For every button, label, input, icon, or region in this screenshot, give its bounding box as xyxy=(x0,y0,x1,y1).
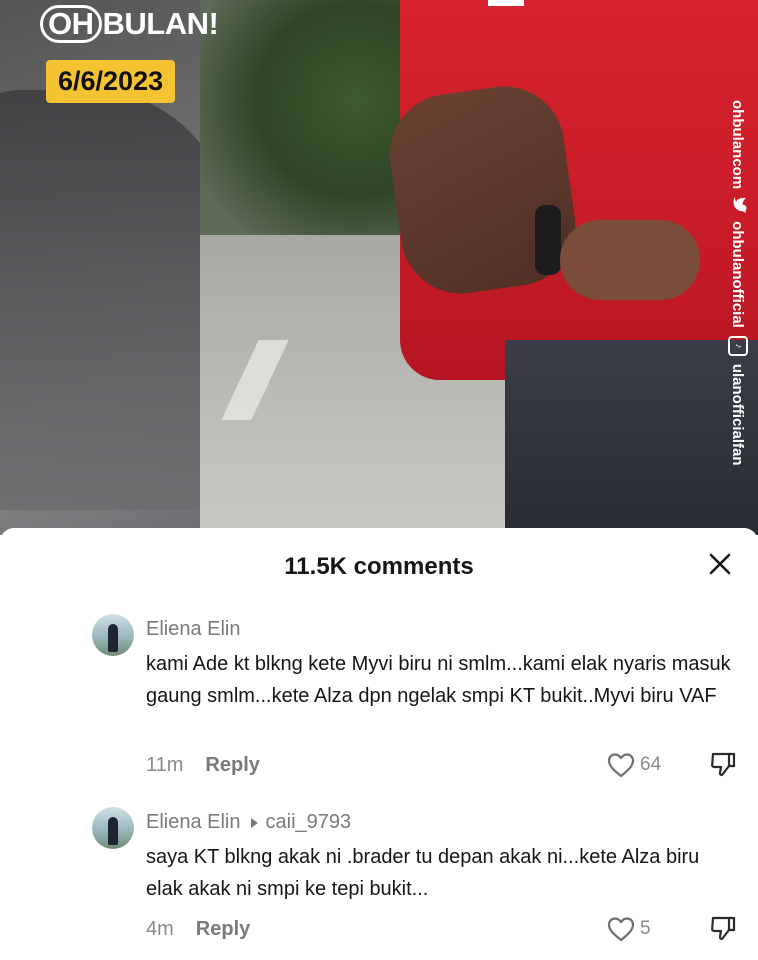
watermark-mid: ohbulanofficial xyxy=(729,221,747,328)
author-name[interactable]: Eliena Elin xyxy=(146,811,241,834)
reply-to-name[interactable]: caii_9793 xyxy=(266,811,352,834)
like-count: 64 xyxy=(640,754,662,775)
reply-arrow-icon xyxy=(250,817,258,828)
comment-meta: 4m Reply xyxy=(146,918,250,941)
dislike-button[interactable] xyxy=(709,914,737,942)
comments-count-title: 11.5K comments xyxy=(284,553,474,580)
brand-logo: OH BULAN! xyxy=(40,4,219,44)
video-player[interactable]: OH BULAN! 6/6/2023 ohbulancom ohbulanoff… xyxy=(0,0,758,535)
avatar[interactable] xyxy=(92,614,134,656)
like-count: 5 xyxy=(640,918,651,939)
dislike-icon xyxy=(711,752,736,777)
top-indicator xyxy=(488,0,524,6)
video-car-shape xyxy=(0,90,230,510)
video-wristwatch xyxy=(535,205,561,275)
watermark-left: ulanofficialfan xyxy=(729,363,747,466)
twitter-icon xyxy=(729,197,747,214)
comment-time: 11m xyxy=(146,754,184,776)
author-name[interactable]: Eliena Elin xyxy=(146,618,241,641)
dislike-icon xyxy=(711,916,736,941)
comment-time: 4m xyxy=(146,918,174,940)
video-person-pants xyxy=(505,340,758,535)
comment-meta: 11m Reply xyxy=(146,754,260,777)
comments-sheet: 11.5K comments Eliena Elin kami Ade kt b… xyxy=(0,528,758,960)
close-button[interactable] xyxy=(704,548,736,580)
watermark-right: ohbulancom xyxy=(729,100,747,190)
brand-logo-text: BULAN! xyxy=(102,6,219,41)
reply-button[interactable]: Reply xyxy=(205,754,259,777)
brand-logo-oh: OH xyxy=(40,5,102,43)
video-person-hand xyxy=(560,220,700,300)
date-badge: 6/6/2023 xyxy=(46,60,176,103)
comment-author[interactable]: Eliena Elin xyxy=(146,618,241,641)
comment-author[interactable]: Eliena Elin caii_9793 xyxy=(146,811,351,834)
like-button[interactable]: 64 xyxy=(606,751,661,779)
heart-icon xyxy=(607,753,635,778)
social-watermark: ohbulancom ohbulanofficial ♪ ulanofficia… xyxy=(728,100,748,466)
close-icon xyxy=(709,553,731,575)
dislike-button[interactable] xyxy=(709,750,737,778)
tiktok-icon: ♪ xyxy=(728,335,748,356)
comment-text: kami Ade kt blkng kete Myvi biru ni smlm… xyxy=(146,653,731,707)
reply-button[interactable]: Reply xyxy=(196,918,250,941)
comment-text: saya KT blkng akak ni .brader tu depan a… xyxy=(146,846,700,900)
like-button[interactable]: 5 xyxy=(606,915,651,943)
avatar[interactable] xyxy=(92,807,134,849)
heart-icon xyxy=(607,917,635,942)
